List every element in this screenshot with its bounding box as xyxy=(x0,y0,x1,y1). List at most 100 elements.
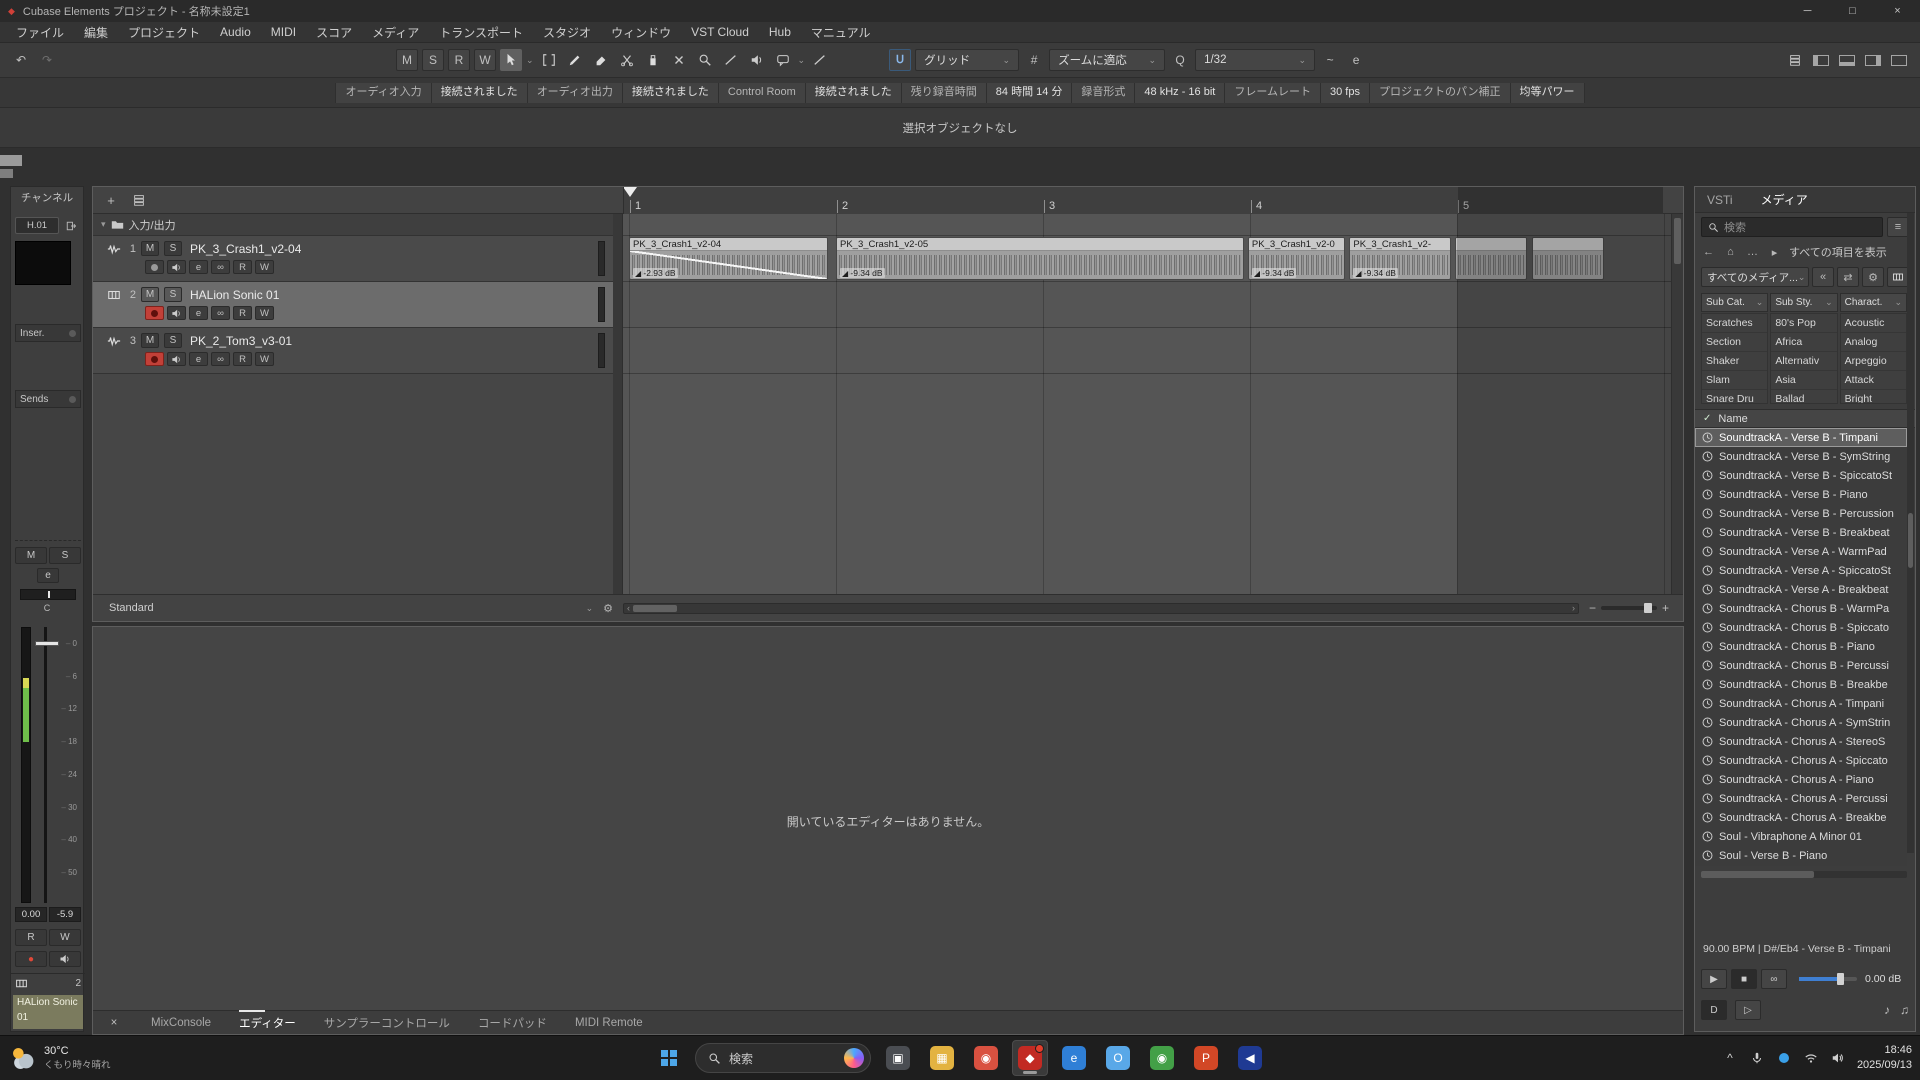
peak-value[interactable]: -5.9 xyxy=(49,907,81,922)
media-list-item[interactable]: SoundtrackA - Verse B - Piano xyxy=(1695,485,1907,504)
range-selection-tool[interactable] xyxy=(538,49,560,71)
media-list-item[interactable]: SoundtrackA - Chorus A - StereoS xyxy=(1695,732,1907,751)
media-list-item[interactable]: Soul - Vibraphone A Minor 01 xyxy=(1695,827,1907,846)
scrollbar-thumb[interactable] xyxy=(1674,218,1681,264)
filter-item[interactable]: Bright xyxy=(1841,390,1906,404)
zoom-out-button[interactable]: − xyxy=(1589,601,1596,615)
menu-item[interactable]: 編集 xyxy=(74,24,118,41)
taskbar-clock[interactable]: 18:46 2025/09/13 xyxy=(1857,1043,1912,1074)
scroll-left-icon[interactable]: ‹ xyxy=(627,603,630,613)
channel-solo-button[interactable]: S xyxy=(49,547,81,564)
taskbar-app[interactable]: e xyxy=(1056,1040,1092,1076)
write-automation-button[interactable]: W xyxy=(49,929,81,946)
erase-tool[interactable] xyxy=(590,49,612,71)
media-list-item[interactable]: SoundtrackA - Chorus A - Timpani xyxy=(1695,694,1907,713)
swing-icon[interactable]: ~ xyxy=(1319,49,1341,71)
record-enable-button[interactable] xyxy=(145,352,164,366)
media-list-item[interactable]: SoundtrackA - Chorus B - Spiccato xyxy=(1695,618,1907,637)
breadcrumb[interactable]: すべての項目を表示 xyxy=(1789,244,1887,260)
scrollbar-thumb[interactable] xyxy=(633,605,677,612)
bluetooth-icon[interactable] xyxy=(1776,1053,1792,1063)
toggle-right-zone-button[interactable] xyxy=(1862,49,1884,71)
data-mode-button[interactable]: D xyxy=(1701,1000,1727,1020)
preview-play-button[interactable]: ▶ xyxy=(1701,969,1727,989)
volume-icon[interactable] xyxy=(1830,1051,1846,1065)
menu-item[interactable]: スコア xyxy=(306,24,362,41)
tracklist-splitter[interactable] xyxy=(613,214,623,594)
track-name[interactable]: HALion Sonic 01 xyxy=(190,288,279,302)
keyboard-filter-icon[interactable] xyxy=(1887,267,1909,287)
media-list-item[interactable]: SoundtrackA - Chorus A - SymStrin xyxy=(1695,713,1907,732)
mic-icon[interactable] xyxy=(1749,1051,1765,1065)
close-button[interactable]: × xyxy=(1875,0,1920,22)
read-automation-button[interactable]: R xyxy=(233,352,252,366)
filter-item[interactable]: Analog xyxy=(1841,333,1906,352)
playhead-marker[interactable] xyxy=(623,187,637,197)
menu-item[interactable]: スタジオ xyxy=(533,24,601,41)
media-list-item[interactable]: SoundtrackA - Verse B - Timpani xyxy=(1695,428,1907,447)
track-row[interactable]: 3 M S PK_2_Tom3_v3-01 e ∞ R W xyxy=(93,328,613,374)
scrollbar-thumb[interactable] xyxy=(1701,871,1814,878)
filter-item[interactable]: Slam xyxy=(1702,371,1767,390)
arrangement-area[interactable]: PK_3_Crash1_v2-04 -2.93 dB PK_3_Crash1_v… xyxy=(623,214,1671,594)
media-list-item[interactable]: SoundtrackA - Verse A - WarmPad xyxy=(1695,542,1907,561)
menu-item[interactable]: ファイル xyxy=(6,24,74,41)
lower-zone-tab[interactable]: コードパッド xyxy=(478,1015,547,1031)
menu-item[interactable]: マニュアル xyxy=(801,24,881,41)
comment-dropdown-icon[interactable]: ⌄ xyxy=(798,55,806,66)
audio-event[interactable]: PK_3_Crash1_v2-04 -2.93 dB xyxy=(629,237,828,280)
right-zone-tab[interactable]: メディア xyxy=(1761,191,1808,208)
shuffle-icon[interactable]: ⇄ xyxy=(1837,267,1859,287)
view-options-button[interactable]: ≡ xyxy=(1887,217,1909,237)
tray-expand-icon[interactable]: ^ xyxy=(1722,1051,1738,1065)
media-list-item[interactable]: SoundtrackA - Chorus A - Breakbe xyxy=(1695,808,1907,827)
monitor-button[interactable] xyxy=(49,951,81,967)
channel-mute-button[interactable]: M xyxy=(15,547,47,564)
zoom-slider-thumb[interactable] xyxy=(1644,603,1652,613)
monitor-button[interactable] xyxy=(167,306,186,320)
media-list-item[interactable]: Soul - Verse B - Piano xyxy=(1695,846,1907,865)
monitor-button[interactable] xyxy=(167,352,186,366)
folder-caret-icon[interactable]: ▾ xyxy=(101,219,106,230)
media-list-item[interactable]: SoundtrackA - Chorus B - Piano xyxy=(1695,637,1907,656)
track-row[interactable]: 2 M S HALion Sonic 01 e ∞ R W xyxy=(93,282,613,328)
maximize-button[interactable]: □ xyxy=(1830,0,1875,22)
read-automation-button[interactable]: R xyxy=(233,260,252,274)
tool-dropdown-icon[interactable]: ⌄ xyxy=(526,55,534,66)
redo-button[interactable]: ↷ xyxy=(36,49,58,71)
toggle-left-zone-button[interactable] xyxy=(1810,49,1832,71)
vertical-scrollbar[interactable] xyxy=(1671,214,1683,594)
menu-item[interactable]: Hub xyxy=(759,25,801,39)
media-list-item[interactable]: SoundtrackA - Verse B - SymString xyxy=(1695,447,1907,466)
play-tool[interactable] xyxy=(746,49,768,71)
auto-scroll-button[interactable] xyxy=(809,49,831,71)
media-list-item[interactable]: SoundtrackA - Chorus A - Percussi xyxy=(1695,789,1907,808)
timeline-ruler[interactable]: 12345 xyxy=(623,187,1663,214)
play-outline-button[interactable]: ▷ xyxy=(1735,1000,1761,1020)
edit-channel-button[interactable]: e xyxy=(189,260,208,274)
horizontal-scrollbar[interactable]: ‹ › xyxy=(623,603,1579,614)
taskbar-app[interactable]: ◉ xyxy=(968,1040,1004,1076)
lower-zone-tab[interactable]: MixConsole xyxy=(151,1017,211,1029)
filter-item[interactable]: Attack xyxy=(1841,371,1906,390)
media-type-select[interactable]: すべてのメディア...⌄ xyxy=(1701,267,1809,287)
link-icon[interactable]: ∞ xyxy=(211,260,230,274)
media-list-item[interactable]: SoundtrackA - Verse A - SpiccatoSt xyxy=(1695,561,1907,580)
media-list-item[interactable]: SoundtrackA - Chorus A - Spiccato xyxy=(1695,751,1907,770)
fader-handle[interactable] xyxy=(35,641,59,646)
menu-item[interactable]: メディア xyxy=(362,24,429,41)
volume-thumb[interactable] xyxy=(1837,973,1844,985)
track-mute-button[interactable]: M xyxy=(141,241,159,256)
filter-item[interactable]: 80's Pop xyxy=(1771,314,1836,333)
global-automation-state-button[interactable]: W xyxy=(474,49,496,71)
track-solo-button[interactable]: S xyxy=(164,333,182,348)
track-visibility-button[interactable] xyxy=(129,190,149,210)
menu-item[interactable]: Audio xyxy=(210,25,261,39)
column-header-substyle[interactable]: Sub Sty.⌄ xyxy=(1770,293,1837,312)
audio-event[interactable]: PK_3_Crash1_v2- -9.34 dB xyxy=(1349,237,1451,280)
copilot-icon[interactable] xyxy=(844,1048,864,1068)
media-list-item[interactable]: SoundtrackA - Chorus B - Breakbe xyxy=(1695,675,1907,694)
fader-track[interactable] xyxy=(44,627,47,903)
media-list-item[interactable]: SoundtrackA - Chorus A - Piano xyxy=(1695,770,1907,789)
taskbar-app[interactable]: ▦ xyxy=(924,1040,960,1076)
